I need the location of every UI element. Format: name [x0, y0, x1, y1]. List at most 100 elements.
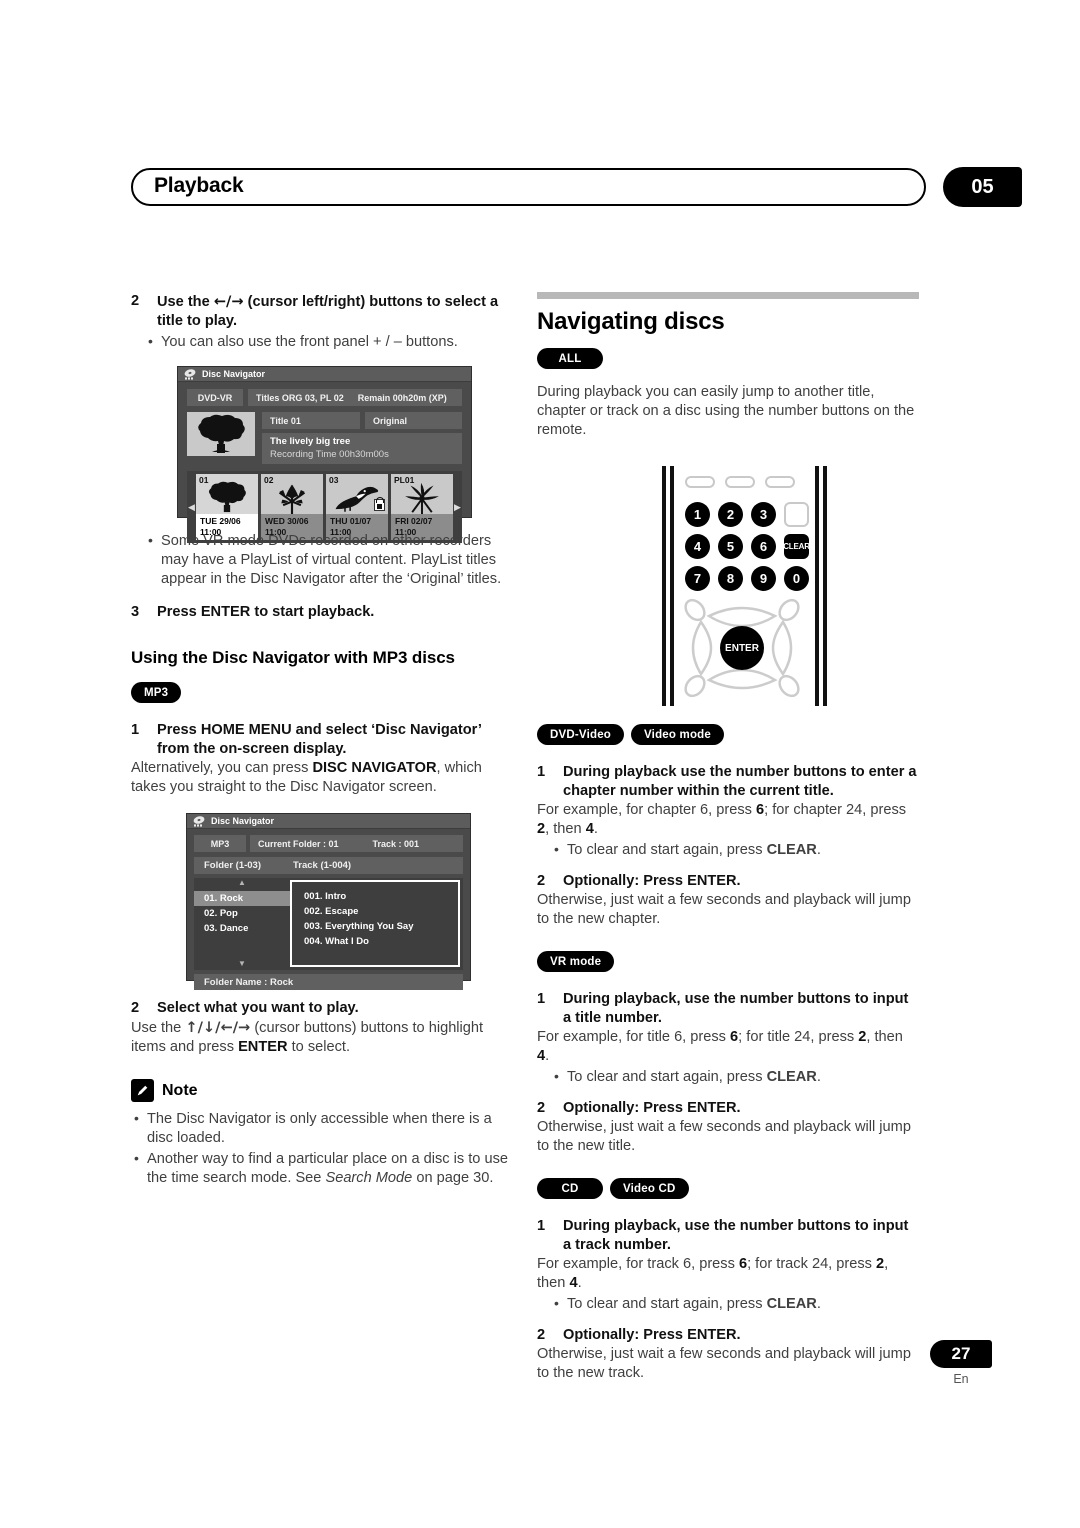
remote-edge-right-outer	[823, 466, 827, 706]
remote-number-pad: 1 2 3 4 5 6 CLEAR 7 8 9 0	[685, 502, 810, 598]
remote-key-3[interactable]: 3	[751, 502, 776, 527]
disc-badge-mp3: MP3	[131, 682, 182, 703]
step-text: Optionally: Press ENTER.	[563, 1327, 741, 1343]
disc-badge-dvd-video: DVD-Video	[537, 724, 625, 745]
thumbnail-cell[interactable]: 02 WED 30/06 11:00	[261, 474, 323, 540]
step-text: Press HOME MENU and select ‘Disc Navigat…	[157, 722, 482, 757]
remote-key-5[interactable]: 5	[718, 534, 743, 559]
page-language: En	[953, 1372, 969, 1386]
step-3-press-enter: 3 Press ENTER to start playback.	[131, 603, 513, 622]
list-item: To clear and start again, press CLEAR.	[551, 1067, 919, 1087]
list-item[interactable]: 02. Pop	[194, 906, 290, 921]
cd-step-1: 1 During playback, use the number button…	[537, 1217, 919, 1255]
dvdvideo-step-2: 2 Optionally: Press ENTER.	[537, 872, 919, 891]
remote-edge-right-inner	[815, 466, 819, 706]
remote-key-0[interactable]: 0	[784, 566, 809, 591]
osd-title-description: The lively big tree Recording Time 00h30…	[262, 433, 462, 464]
chip-title-type: Original	[365, 412, 462, 429]
thumbnail-index: PL01	[394, 475, 415, 485]
strip-cells: 01 TUE 29/06 11:00 02 WED 30/06 11:00 03…	[196, 474, 453, 540]
step-number: 1	[131, 722, 140, 738]
note-heading: Note	[131, 1079, 513, 1102]
remote-edge-left-outer	[662, 466, 666, 706]
remote-key-blank[interactable]	[784, 502, 809, 527]
thumbnail-cell[interactable]: 01 TUE 29/06 11:00	[196, 474, 258, 540]
note-list: The Disc Navigator is only accessible wh…	[131, 1109, 513, 1188]
chip-current-folder: Current Folder : 01 Track : 001	[250, 835, 463, 852]
remote-soft-keys	[685, 476, 795, 488]
lock-icon	[374, 499, 385, 511]
vrmode-step-2: 2 Optionally: Press ENTER.	[537, 1099, 919, 1118]
chip-title-number: Title 01	[262, 412, 360, 429]
step-text: Use the ←/→ (cursor left/right) buttons …	[157, 293, 499, 329]
list-item[interactable]: 002. Escape	[304, 904, 458, 919]
list-item: Another way to find a particular place o…	[131, 1149, 513, 1188]
thumbnail-image: 02	[261, 474, 323, 514]
list-item[interactable]: 004. What I Do	[304, 934, 458, 949]
thumbnail-cell[interactable]: 03 THU 01/07 11:00	[326, 474, 388, 540]
mp3-step-2: 2 Select what you want to play.	[131, 999, 513, 1018]
dvdvideo-step-1: 1 During playback use the number buttons…	[537, 763, 919, 801]
remote-key-1[interactable]: 1	[685, 502, 710, 527]
badge-row-dvdvideo: DVD-Video Video mode	[537, 724, 919, 745]
osd-folder-name-footer: Folder Name : Rock	[194, 974, 463, 990]
disc-badge-vr-mode: VR mode	[537, 951, 615, 972]
badge-row-vrmode: VR mode	[537, 951, 919, 972]
list-item: Some VR mode DVDs recorded on other reco…	[145, 531, 513, 589]
thumbnail-image: 03	[326, 474, 388, 514]
osd-title-info: Title 01 Original The lively big tree Re…	[262, 412, 462, 464]
thumbnail-index: 03	[329, 475, 339, 485]
strip-right-arrow-icon[interactable]: ▶	[453, 474, 462, 540]
section-rule	[537, 292, 919, 299]
flower-artwork-icon	[405, 482, 439, 514]
thumbnail-cell[interactable]: PL01 FRI 02/07 11:00	[391, 474, 453, 540]
cd-bullets: To clear and start again, press CLEAR.	[551, 1294, 919, 1314]
remote-key-6[interactable]: 6	[751, 534, 776, 559]
vrmode-step-1: 1 During playback, use the number button…	[537, 990, 919, 1028]
preview-thumbnail	[187, 412, 255, 456]
strip-left-arrow-icon[interactable]: ◀	[187, 474, 196, 540]
list-item[interactable]: 01. Rock	[194, 891, 290, 906]
cd-step-2: 2 Optionally: Press ENTER.	[537, 1326, 919, 1345]
dvdvideo-step-2-body: Otherwise, just wait a few seconds and p…	[537, 892, 911, 927]
step-text: During playback, use the number buttons …	[563, 991, 909, 1026]
step-2-select-title: 2 Use the ←/→ (cursor left/right) button…	[131, 292, 513, 331]
disc-badge-video-mode: Video mode	[631, 724, 724, 745]
recording-time: Recording Time 00h30m00s	[270, 449, 389, 460]
remote-key-enter[interactable]: ENTER	[720, 626, 764, 670]
disc-badge-all: ALL	[537, 348, 603, 369]
remote-key-clear[interactable]: CLEAR	[783, 534, 810, 559]
step-2-bullets: You can also use the front panel + / – b…	[145, 332, 513, 352]
thumbnail-image: 01	[196, 474, 258, 514]
pencil-icon	[131, 1079, 154, 1102]
osd-status-row: DVD-VR Titles ORG 03, PL 02 Remain 00h20…	[187, 389, 462, 406]
osd-titlebar: Disc Navigator	[187, 814, 470, 829]
section-intro: During playback you can easily jump to a…	[537, 384, 915, 438]
track-column-header: Track (1-004)	[293, 860, 352, 871]
mp3-step-1: 1 Press HOME MENU and select ‘Disc Navig…	[131, 721, 513, 759]
cursor-left-right-arrows: ←/→	[213, 293, 244, 310]
remote-control-illustration: 1 2 3 4 5 6 CLEAR 7 8 9 0 ENTER	[657, 466, 832, 706]
step-number: 3	[131, 604, 140, 620]
remote-cursor-pad[interactable]: ENTER	[681, 596, 803, 700]
osd-titlebar: Disc Navigator	[178, 367, 471, 382]
scroll-down-icon[interactable]: ▼	[238, 959, 246, 968]
remote-key-2[interactable]: 2	[718, 502, 743, 527]
step-number: 2	[537, 873, 546, 889]
remote-key-9[interactable]: 9	[751, 566, 776, 591]
scroll-up-icon[interactable]: ▲	[238, 878, 246, 887]
subsection-heading-mp3: Using the Disc Navigator with MP3 discs	[131, 648, 455, 667]
vrmode-step-2-body: Otherwise, just wait a few seconds and p…	[537, 1119, 911, 1154]
list-item[interactable]: 03. Dance	[194, 921, 290, 936]
step-text: Press ENTER to start playback.	[157, 604, 375, 620]
remote-key-4[interactable]: 4	[685, 534, 710, 559]
list-item[interactable]: 001. Intro	[304, 889, 458, 904]
disc-badge-video-cd: Video CD	[610, 1178, 689, 1199]
osd-title-text: Disc Navigator	[211, 816, 275, 826]
step-number: 1	[537, 991, 546, 1007]
list-item[interactable]: 003. Everything You Say	[304, 919, 458, 934]
remote-key-8[interactable]: 8	[718, 566, 743, 591]
thumbnail-image: PL01	[391, 474, 453, 514]
remote-key-7[interactable]: 7	[685, 566, 710, 591]
dvdvideo-bullets: To clear and start again, press CLEAR.	[551, 840, 919, 860]
